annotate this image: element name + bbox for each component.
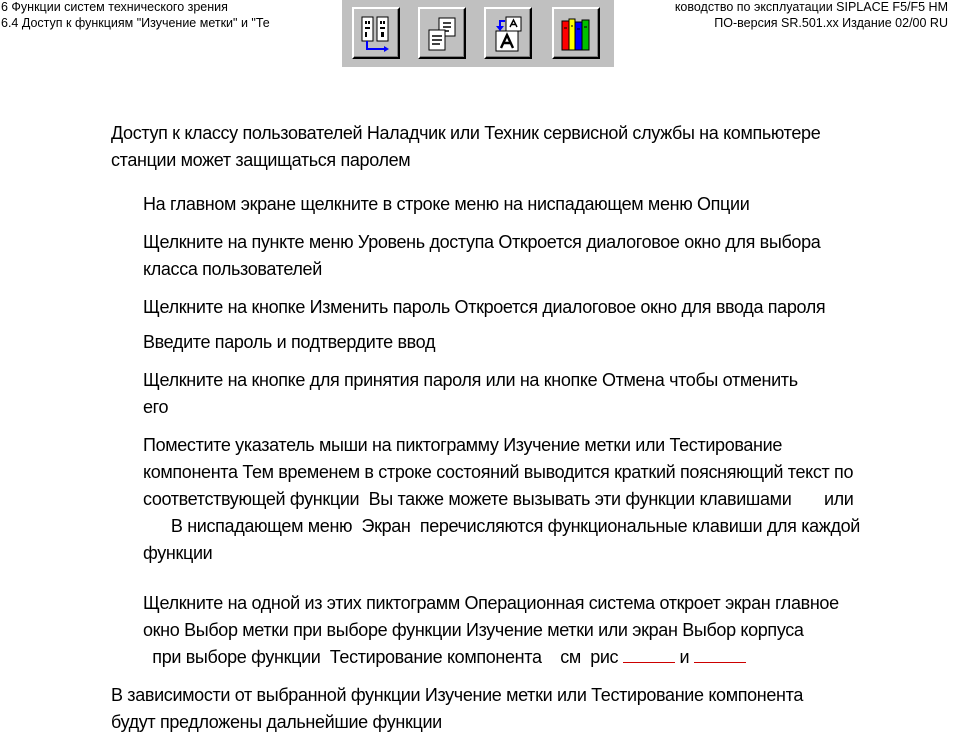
- step-4: Введите пароль и подтвердите ввод: [143, 332, 436, 352]
- help-books-button[interactable]: [552, 7, 600, 59]
- step-5-line-2: его: [143, 397, 169, 417]
- intro-line-1: Доступ к классу пользователей Наладчик и…: [111, 123, 821, 143]
- step-6-line-3: соответствующей функции Вы также можете …: [143, 489, 854, 509]
- step-3: Щелкните на кнопке Изменить пароль Откро…: [143, 297, 826, 317]
- step-7-line-1: Щелкните на одной из этих пиктограмм Опе…: [143, 593, 839, 613]
- step-2-line-1: Щелкните на пункте меню Уровень доступа …: [143, 232, 821, 252]
- and-text: и: [674, 647, 694, 667]
- step-5-line-1: Щелкните на кнопке для принятия пароля и…: [143, 370, 798, 390]
- step-7-line-3: при выборе функции Тестирование компонен…: [143, 644, 746, 670]
- final-line-1: В зависимости от выбранной функции Изуче…: [111, 685, 803, 705]
- windows-stack-icon: [428, 17, 456, 51]
- step-6-line-1: Поместите указатель мыши на пиктограмму …: [143, 435, 783, 455]
- font-a-icon: [495, 16, 522, 52]
- step-6-line-5: функции: [143, 543, 213, 563]
- step-6-line-4: В ниспадающем меню Экран перечисляются ф…: [143, 516, 861, 536]
- step-2-line-2: класса пользователей: [143, 259, 322, 279]
- intro-line-2: станции может защищаться паролем: [111, 150, 411, 170]
- mark-teach-button[interactable]: [352, 7, 400, 59]
- edition-header: ПО-версия SR.501.xx Издание 02/00 RU: [714, 16, 948, 30]
- step-6-line-2: компонента Тем временем в строке состоян…: [143, 462, 854, 482]
- figure-ref-link-2[interactable]: [693, 646, 746, 663]
- chapter-header: 6 Функции систем технического зрения: [1, 0, 228, 14]
- figure-ref-link-1[interactable]: [622, 646, 675, 663]
- books-icon: [561, 18, 590, 51]
- step-7-line-2: окно Выбор метки при выборе функции Изуч…: [143, 620, 804, 640]
- manual-title-header: ководство по эксплуатации SIPLACE F5/F5 …: [674, 0, 948, 14]
- toolbar: [342, 0, 614, 67]
- mark-teach-icon: [361, 16, 389, 52]
- step-7-line-3-text: при выборе функции Тестирование компонен…: [143, 647, 623, 667]
- step-1: На главном экране щелкните в строке меню…: [143, 194, 750, 214]
- window-stack-button[interactable]: [418, 7, 466, 59]
- font-change-button[interactable]: [484, 7, 532, 59]
- section-header: 6.4 Доступ к функциям "Изучение метки" и…: [1, 16, 270, 30]
- final-line-2: будут предложены дальнейшие функции: [111, 712, 442, 732]
